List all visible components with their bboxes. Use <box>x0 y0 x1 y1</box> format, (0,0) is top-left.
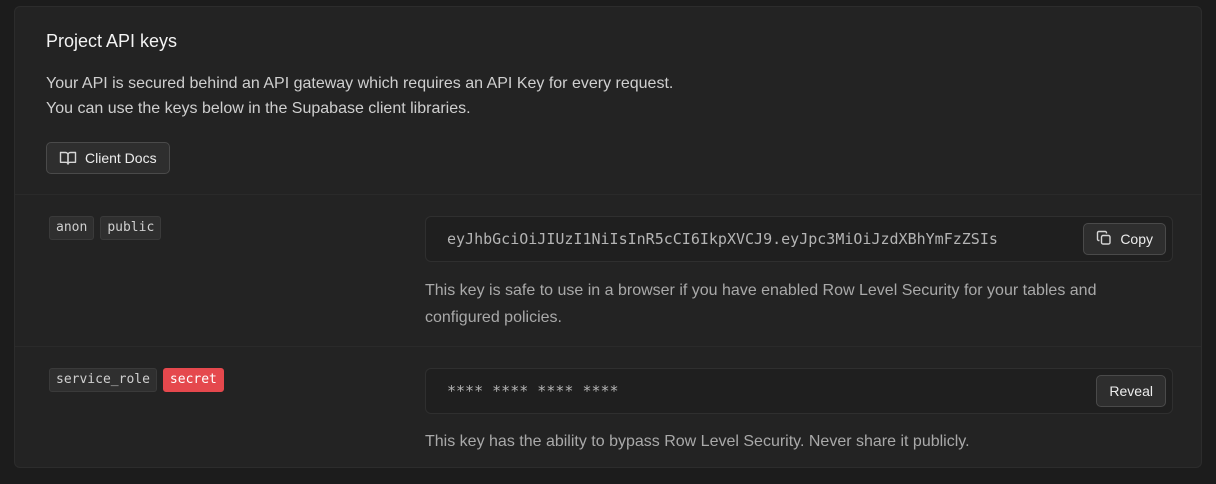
service-role-key-value: **** **** **** **** <box>447 382 619 400</box>
client-docs-button[interactable]: Client Docs <box>46 142 170 174</box>
section-title: Project API keys <box>46 31 178 51</box>
client-docs-label: Client Docs <box>85 150 157 166</box>
service-role-key-row: service_role secret **** **** **** **** … <box>15 347 1201 468</box>
api-keys-header: Project API keys Your API is secured beh… <box>15 7 1201 195</box>
anon-key-note-line-1: This key is safe to use in a browser if … <box>425 282 1097 299</box>
section-description-line-1: Your API is secured behind an API gatewa… <box>46 75 674 92</box>
anon-key-note: This key is safe to use in a browser if … <box>425 277 1185 331</box>
anon-key-value[interactable]: eyJhbGciOiJIUzI1NiIsInR5cCI6IkpXVCJ9.eyJ… <box>447 217 1080 261</box>
copy-icon <box>1096 230 1112 249</box>
copy-button[interactable]: Copy <box>1083 223 1166 255</box>
tag-public: public <box>100 216 162 240</box>
tag-service-role: service_role <box>49 368 157 392</box>
tag-anon: anon <box>49 216 95 240</box>
service-role-key-note: This key has the ability to bypass Row L… <box>425 433 970 450</box>
api-keys-panel: Project API keys Your API is secured beh… <box>14 6 1202 468</box>
anon-key-tags: anon public <box>49 216 162 240</box>
anon-key-row: anon public eyJhbGciOiJIUzI1NiIsInR5cCI6… <box>15 195 1201 347</box>
service-role-key-tags: service_role secret <box>49 368 224 392</box>
section-description-line-2: You can use the keys below in the Supaba… <box>46 100 471 117</box>
service-role-key-field[interactable]: **** **** **** **** Reveal <box>425 368 1173 414</box>
reveal-button[interactable]: Reveal <box>1096 375 1166 407</box>
tag-secret: secret <box>162 368 224 392</box>
anon-key-field[interactable]: eyJhbGciOiJIUzI1NiIsInR5cCI6IkpXVCJ9.eyJ… <box>425 216 1173 262</box>
copy-label: Copy <box>1120 231 1153 247</box>
anon-key-note-line-2: configured policies. <box>425 309 562 326</box>
book-icon <box>59 150 77 166</box>
